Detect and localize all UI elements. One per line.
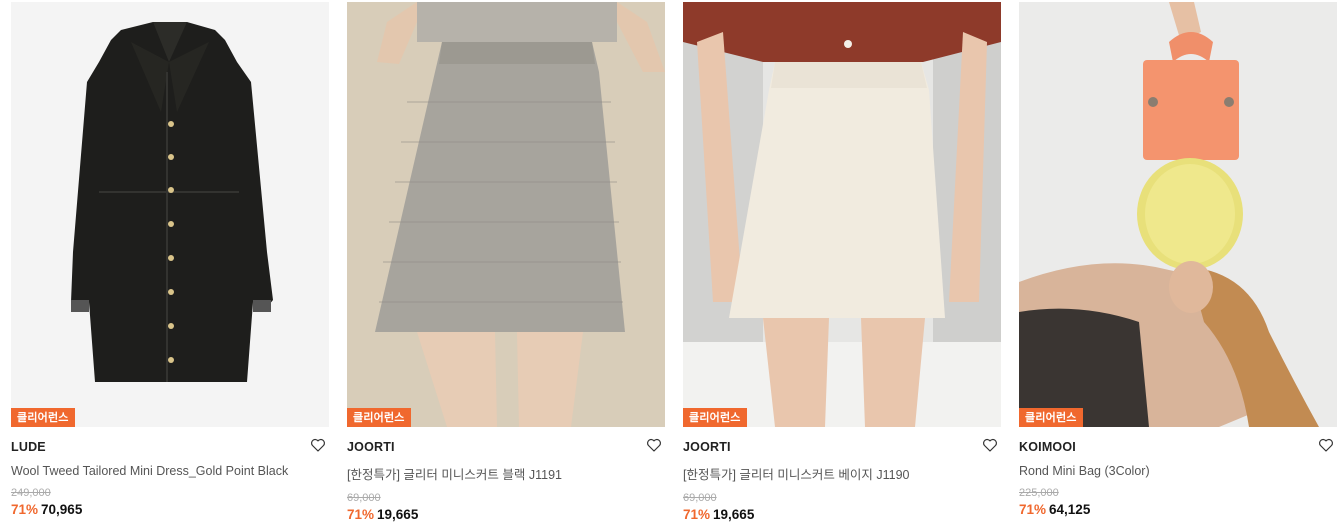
clearance-badge: 클리어런스 bbox=[11, 408, 75, 427]
price-row: 71% 19,665 bbox=[683, 507, 1001, 522]
brand-name[interactable]: JOORTI bbox=[683, 438, 1001, 456]
original-price: 69,000 bbox=[683, 492, 717, 504]
price-row: 71% 70,965 bbox=[11, 502, 329, 517]
product-image[interactable]: 클리어런스 bbox=[1019, 2, 1337, 427]
product-name[interactable]: Rond Mini Bag (3Color) bbox=[1019, 464, 1337, 478]
product-card[interactable]: 클리어런스 JOORTI [한정특가] 글리터 미니스커트 블랙 J1191 6… bbox=[347, 2, 665, 522]
product-card[interactable]: 클리어런스 LUDE Wool Tweed Tailored Mini Dres… bbox=[11, 2, 329, 517]
brand-name[interactable]: KOIMOOI bbox=[1019, 438, 1337, 456]
brand-name[interactable]: LUDE bbox=[11, 438, 329, 456]
price-row: 71% 19,665 bbox=[347, 507, 665, 522]
discount-rate: 71% bbox=[1019, 502, 1047, 517]
clearance-badge: 클리어런스 bbox=[1019, 408, 1083, 427]
heart-icon[interactable] bbox=[309, 436, 327, 454]
clearance-badge: 클리어런스 bbox=[683, 408, 747, 427]
product-grid: 클리어런스 LUDE Wool Tweed Tailored Mini Dres… bbox=[0, 0, 1344, 526]
sale-price: 64,125 bbox=[1049, 502, 1091, 517]
brand-name[interactable]: JOORTI bbox=[347, 438, 665, 456]
product-name[interactable]: [한정특가] 글리터 미니스커트 베이지 J1190 bbox=[683, 464, 1001, 483]
price-row: 71% 64,125 bbox=[1019, 502, 1337, 517]
product-card[interactable]: 클리어런스 JOORTI [한정특가] 글리터 미니스커트 베이지 J1190 … bbox=[683, 2, 1001, 522]
sale-price: 70,965 bbox=[41, 502, 83, 517]
sale-price: 19,665 bbox=[377, 507, 419, 522]
discount-rate: 71% bbox=[683, 507, 711, 522]
heart-icon[interactable] bbox=[645, 436, 663, 454]
sale-price: 19,665 bbox=[713, 507, 755, 522]
heart-icon[interactable] bbox=[981, 436, 999, 454]
product-image[interactable]: 클리어런스 bbox=[347, 2, 665, 427]
discount-rate: 71% bbox=[347, 507, 375, 522]
heart-icon[interactable] bbox=[1317, 436, 1335, 454]
clearance-badge: 클리어런스 bbox=[347, 408, 411, 427]
discount-rate: 71% bbox=[11, 502, 39, 517]
original-price: 69,000 bbox=[347, 492, 381, 504]
product-name[interactable]: [한정특가] 글리터 미니스커트 블랙 J1191 bbox=[347, 464, 665, 483]
product-image[interactable]: 클리어런스 bbox=[683, 2, 1001, 427]
original-price: 249,000 bbox=[11, 487, 51, 499]
product-card[interactable]: 클리어런스 KOIMOOI Rond Mini Bag (3Color) 225… bbox=[1019, 2, 1337, 517]
product-image[interactable]: 클리어런스 bbox=[11, 2, 329, 427]
original-price: 225,000 bbox=[1019, 487, 1059, 499]
product-name[interactable]: Wool Tweed Tailored Mini Dress_Gold Poin… bbox=[11, 464, 329, 478]
